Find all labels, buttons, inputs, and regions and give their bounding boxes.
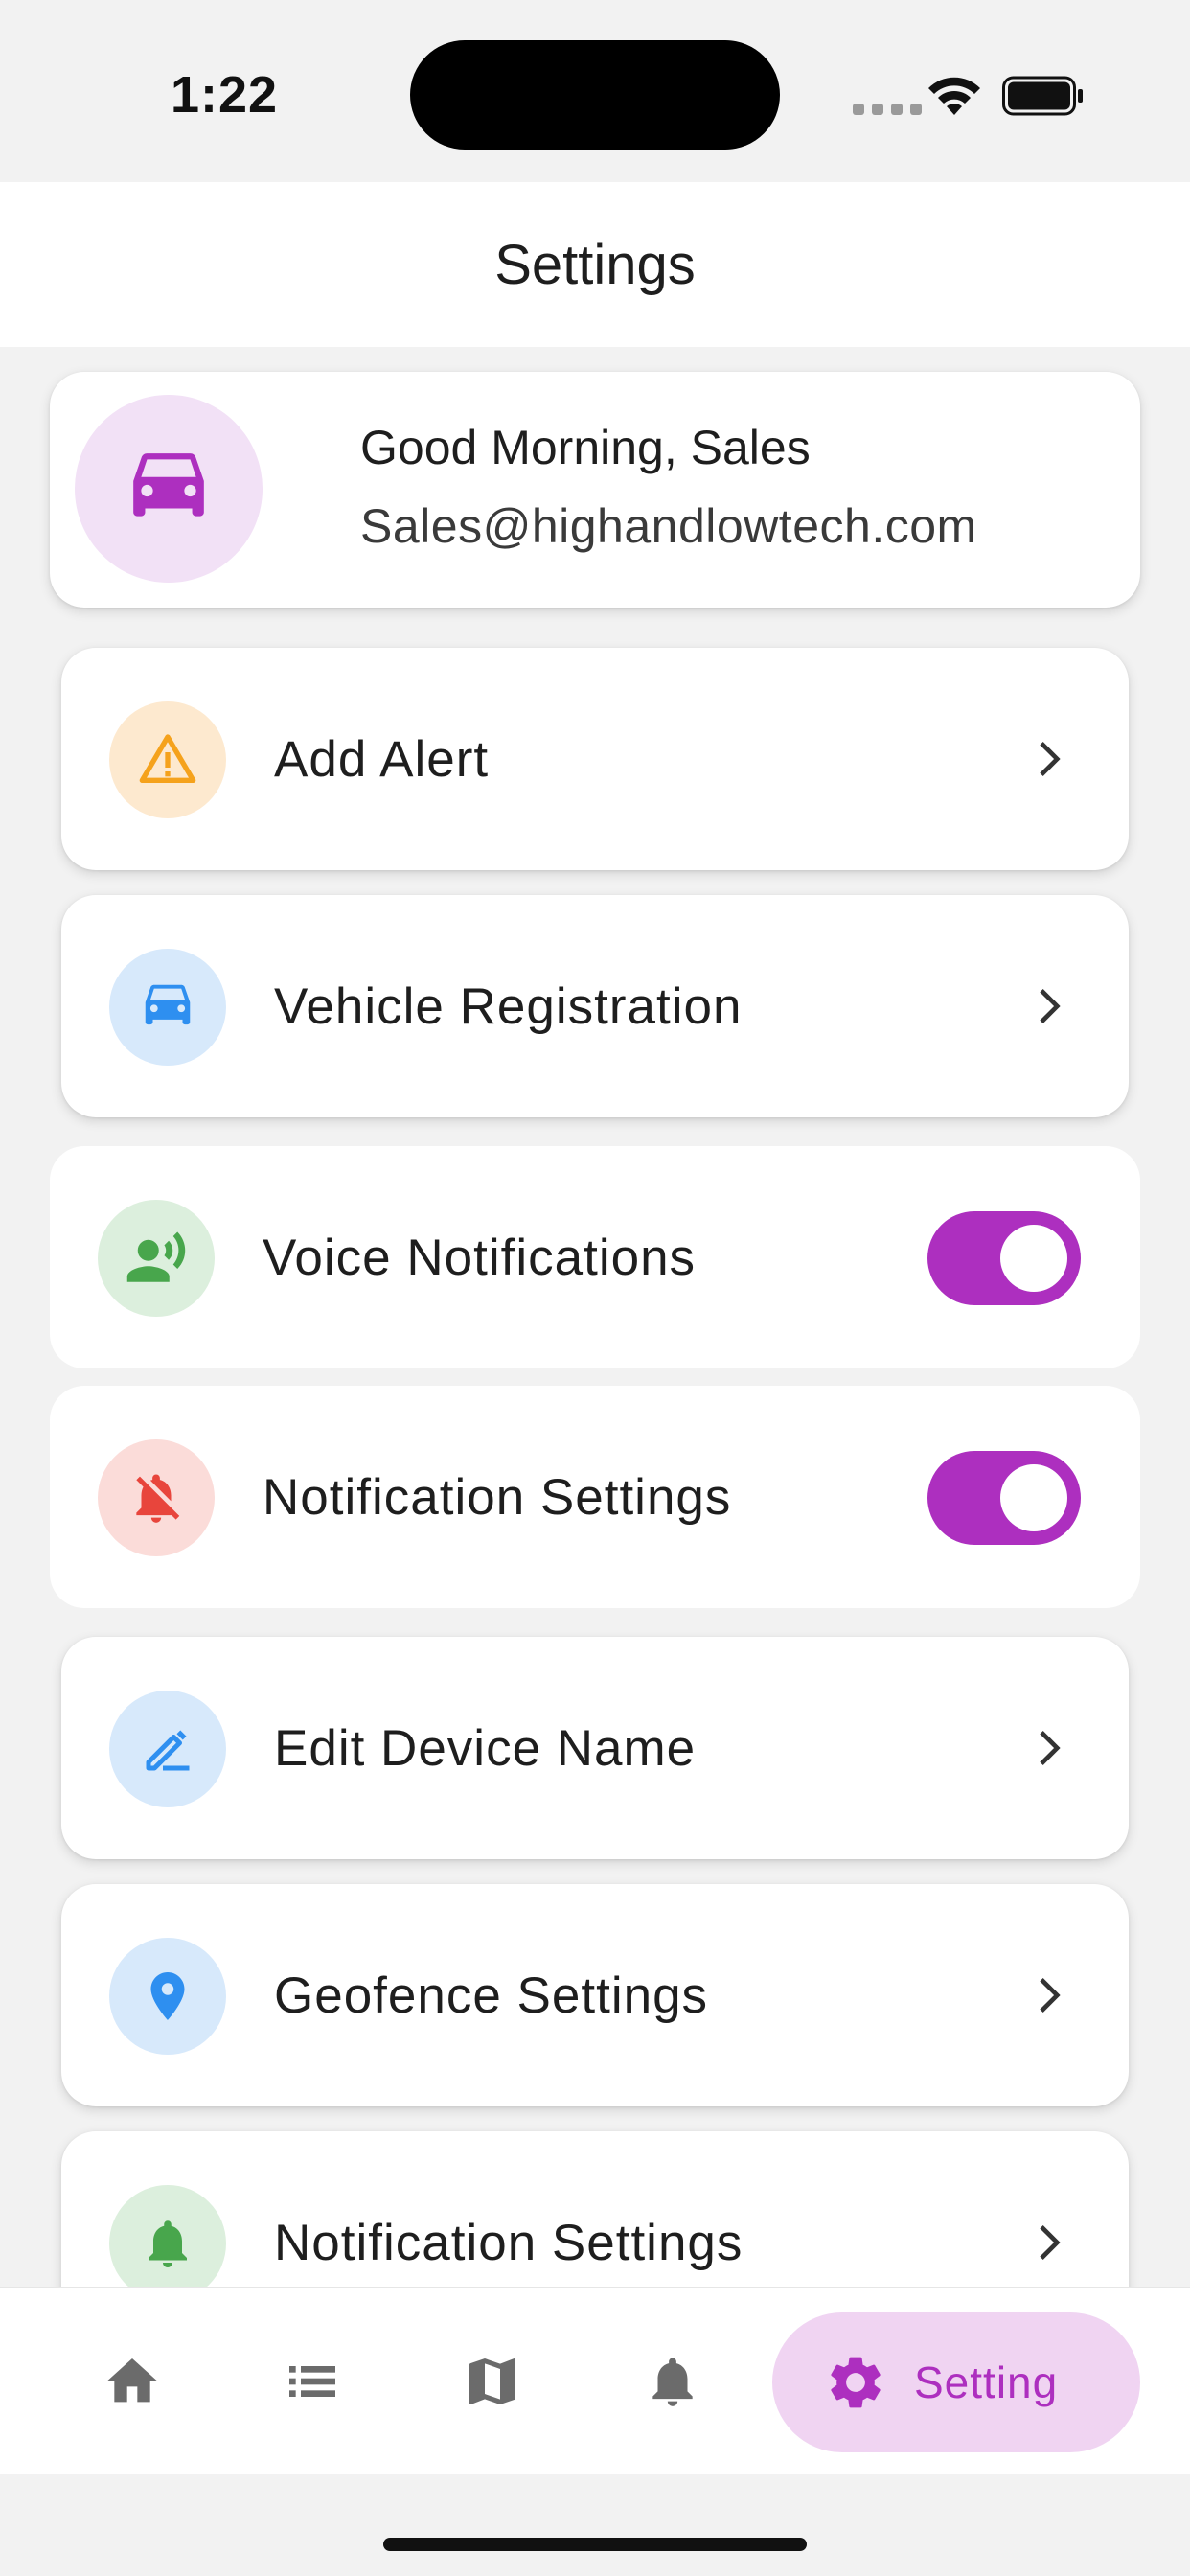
notification-settings-toggle[interactable] [927,1451,1081,1545]
notification-settings-toggle-row: Notification Settings [50,1386,1140,1608]
location-pin-icon-badge [109,1938,226,2055]
greeting-text: Good Morning, Sales [360,421,811,474]
battery-icon [1002,76,1083,116]
voice-notifications-row: Voice Notifications [50,1146,1140,1368]
app-header: Settings [0,182,1190,347]
nav-notifications[interactable] [627,2335,719,2427]
chevron-right-icon [1040,2225,1061,2260]
status-bar: 1:22 [0,0,1190,182]
avatar [75,395,263,583]
nav-setting-active[interactable]: Setting [772,2312,1140,2452]
setting-label: Geofence Settings [274,1966,709,2024]
cellular-signal-icon [853,104,922,115]
vehicle-registration-row[interactable]: Vehicle Registration [61,895,1129,1117]
map-icon [469,2358,515,2404]
add-alert-row[interactable]: Add Alert [61,648,1129,870]
gear-icon [831,2357,881,2408]
toggle-knob [1000,1225,1067,1292]
edit-device-name-row[interactable]: Edit Device Name [61,1637,1129,1859]
home-indicator[interactable] [383,2538,807,2551]
setting-label: Vehicle Registration [274,978,743,1035]
dynamic-island [410,40,780,150]
edit-icon [146,1730,190,1771]
bottom-navigation: Setting [0,2287,1190,2474]
toggle-knob [1000,1464,1067,1531]
bell-icon-badge [109,2185,226,2302]
location-pin-icon [150,1972,185,2020]
nav-map[interactable] [446,2335,538,2427]
home-icon [106,2358,158,2403]
nav-list[interactable] [266,2335,358,2427]
profile-card: Good Morning, Sales Sales@highandlowtech… [50,372,1140,608]
bell-off-icon [136,1474,180,1523]
setting-label: Add Alert [274,730,490,788]
chevron-right-icon [1040,989,1061,1024]
bell-icon [149,2220,187,2267]
edit-icon-badge [109,1690,226,1807]
setting-label: Voice Notifications [263,1229,697,1286]
voice-icon-badge [98,1200,215,1317]
setting-label: Edit Device Name [274,1719,697,1777]
chevron-right-icon [1040,1731,1061,1765]
car-icon-badge [109,949,226,1066]
page-title: Settings [494,233,696,296]
voice-notifications-toggle[interactable] [927,1211,1081,1305]
bell-off-icon-badge [98,1439,215,1556]
list-icon [289,2366,335,2397]
nav-setting-label: Setting [914,2358,1059,2407]
voice-icon [126,1231,186,1282]
chevron-right-icon [1040,742,1061,776]
car-icon [145,984,191,1025]
warning-icon-badge [109,702,226,818]
car-icon [133,453,204,517]
user-email: Sales@highandlowtech.com [360,499,977,553]
home-indicator-area [0,2474,1190,2576]
bell-icon [652,2358,693,2406]
setting-label: Notification Settings [263,1468,732,1526]
status-time: 1:22 [171,66,279,124]
geofence-settings-row[interactable]: Geofence Settings [61,1884,1129,2106]
chevron-right-icon [1040,1978,1061,2012]
wifi-icon [928,77,980,115]
nav-home[interactable] [86,2335,178,2427]
warning-icon [139,734,196,783]
